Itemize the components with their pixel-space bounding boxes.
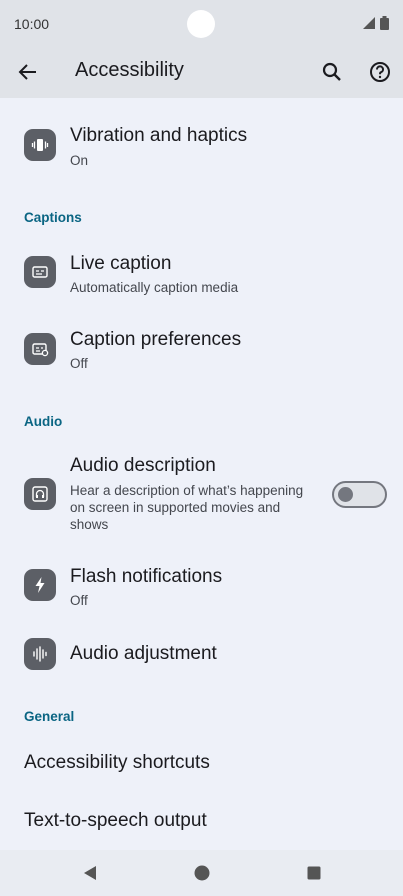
section-general: General: [24, 709, 75, 724]
back-button[interactable]: [14, 58, 42, 86]
live-caption-icon: [24, 256, 56, 288]
caption-preferences-icon: [24, 333, 56, 365]
audio-description-icon: [24, 478, 56, 510]
item-vibration[interactable]: Vibration and haptics On: [0, 116, 403, 176]
item-subtitle: Off: [70, 356, 88, 371]
help-icon: [370, 62, 390, 82]
nav-home-icon: [194, 865, 210, 881]
item-subtitle: Automatically caption media: [70, 280, 239, 295]
nav-back-button[interactable]: [80, 863, 100, 883]
item-live-caption[interactable]: Live caption Automatically caption media: [0, 244, 403, 304]
settings-list: Vibration and haptics On Captions Live c…: [0, 98, 403, 850]
section-captions: Captions: [24, 210, 82, 225]
item-title: Vibration and haptics: [70, 125, 248, 146]
arrow-back-icon: [18, 64, 36, 80]
search-icon: [322, 62, 341, 81]
nav-recents-icon: [307, 866, 321, 880]
item-title: Audio adjustment: [70, 643, 217, 664]
item-title: Caption preferences: [70, 329, 242, 350]
camera-cutout: [187, 10, 215, 38]
item-flash-notifications[interactable]: Flash notifications Off: [0, 556, 403, 616]
status-icons: [362, 16, 389, 30]
section-audio: Audio: [24, 414, 63, 429]
item-subtitle: On: [70, 153, 89, 168]
item-subtitle: Hear a description of what’s happening o…: [70, 483, 304, 532]
vibration-icon: [24, 129, 56, 161]
toggle-knob: [338, 487, 353, 502]
nav-recents-button[interactable]: [304, 863, 324, 883]
page-title: Accessibility: [75, 59, 184, 81]
battery-icon: [380, 16, 389, 30]
audio-description-toggle[interactable]: [332, 481, 387, 508]
item-subtitle: Off: [70, 593, 88, 608]
item-title: Live caption: [70, 253, 172, 274]
status-bar: 10:00: [0, 0, 403, 48]
app-bar: Accessibility: [0, 48, 403, 98]
nav-back-icon: [84, 866, 96, 880]
item-caption-preferences[interactable]: Caption preferences Off: [0, 321, 403, 381]
status-time: 10:00: [14, 16, 50, 32]
flash-icon: [24, 569, 56, 601]
signal-icon: [363, 17, 375, 29]
item-title: Flash notifications: [70, 566, 223, 587]
navigation-bar: [0, 850, 403, 896]
help-button[interactable]: [366, 58, 394, 86]
item-accessibility-shortcuts[interactable]: Accessibility shortcuts: [24, 752, 210, 774]
item-text-to-speech[interactable]: Text-to-speech output: [24, 810, 207, 832]
search-button[interactable]: [318, 58, 346, 86]
nav-home-button[interactable]: [192, 863, 212, 883]
item-audio-adjustment[interactable]: Audio adjustment: [0, 628, 403, 680]
audio-adjustment-icon: [24, 638, 56, 670]
item-title: Audio description: [70, 455, 216, 476]
